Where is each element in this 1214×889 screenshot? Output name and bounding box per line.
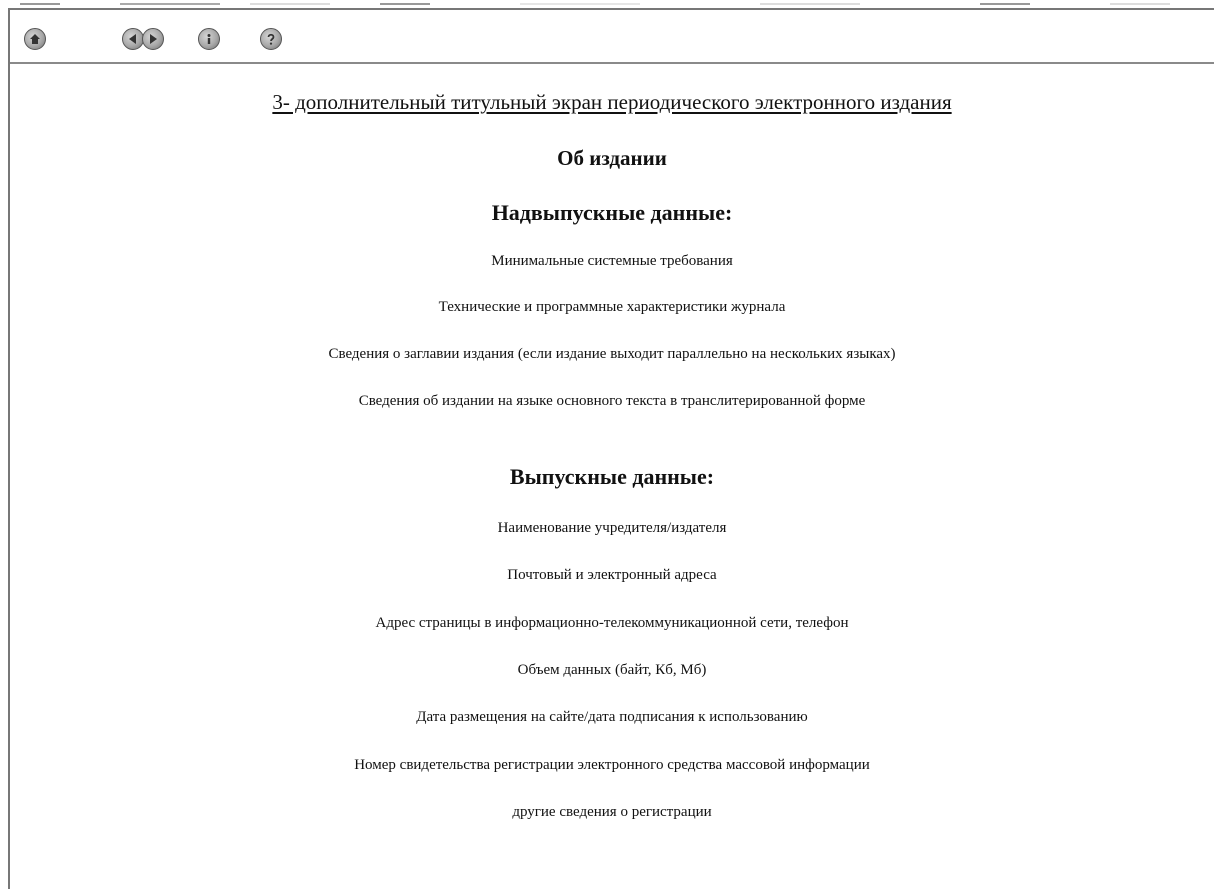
list-item: Номер свидетельства регистрации электрон…	[354, 757, 870, 773]
list-item: Адрес страницы в информационно-телекомму…	[375, 615, 849, 631]
list-item: Технические и программные характеристики…	[438, 299, 786, 315]
about-heading: Об издании	[557, 146, 667, 170]
forward-icon[interactable]	[142, 28, 164, 50]
toolbar	[10, 18, 1214, 64]
content-area: 3- дополнительный титульный экран период…	[10, 66, 1214, 889]
back-icon[interactable]	[122, 28, 144, 50]
home-icon[interactable]	[24, 28, 46, 50]
page-title[interactable]: 3- дополнительный титульный экран период…	[10, 90, 1214, 115]
list-item: Наименование учредителя/издателя	[497, 520, 727, 536]
info-icon[interactable]	[198, 28, 220, 50]
list-item: Объем данных (байт, Кб, Мб)	[517, 662, 707, 678]
section-heading-issue: Выпускные данные:	[509, 464, 715, 489]
list-item: Сведения о заглавии издания (если издани…	[328, 346, 896, 362]
section-heading-supra-issue: Надвыпускные данные:	[491, 200, 733, 225]
window-top-edge	[20, 3, 1170, 5]
list-item: Минимальные системные требования	[491, 253, 733, 269]
list-item: Сведения об издании на языке основного т…	[358, 393, 866, 409]
list-item: Дата размещения на сайте/дата подписания…	[416, 709, 808, 725]
list-item: Почтовый и электронный адреса	[507, 567, 717, 583]
list-item: другие сведения о регистрации	[512, 804, 712, 820]
help-icon[interactable]	[260, 28, 282, 50]
